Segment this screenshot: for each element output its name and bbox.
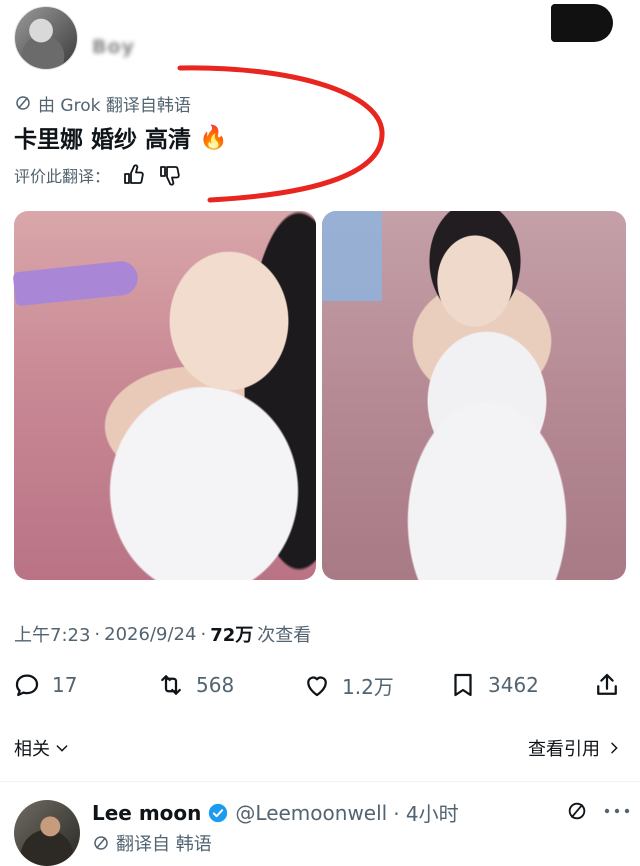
view-quotes-link[interactable]: 查看引用	[528, 735, 622, 761]
views-label: 次查看	[257, 625, 312, 646]
translate-icon	[16, 96, 30, 110]
like-count: 1.2万	[342, 674, 394, 699]
bookmark-count: 3462	[488, 673, 539, 697]
author-avatar[interactable]	[14, 6, 78, 70]
action-bar: 17 568 1.2万 3462	[0, 662, 640, 708]
more-options-icon[interactable]	[602, 800, 632, 822]
thumbs-down-icon[interactable]	[158, 163, 182, 187]
reply-translation-info: 翻译自 韩语	[92, 830, 212, 856]
fire-emoji: 🔥	[199, 124, 228, 151]
meta-separator: ·	[200, 623, 207, 645]
section-divider	[0, 781, 640, 782]
follow-button[interactable]	[551, 4, 613, 42]
translate-icon	[94, 836, 108, 850]
tweet-body: 卡里娜 婚纱 高清	[14, 127, 192, 153]
views-count: 72万	[210, 625, 254, 646]
reply-button[interactable]: 17	[12, 662, 77, 708]
reply-author-row: Lee moon @Leemoonwell · 4小时	[92, 798, 459, 827]
reply-author-name[interactable]: Lee moon	[92, 801, 201, 825]
media-photo-1[interactable]	[14, 211, 316, 580]
heart-icon	[307, 676, 327, 697]
bookmark-button[interactable]: 3462	[448, 662, 539, 708]
reply-translation-label: 翻译自 韩语	[116, 834, 212, 855]
rate-translation-label: 评价此翻译：	[14, 167, 111, 186]
related-label: 相关	[14, 739, 50, 760]
like-button[interactable]: 1.2万	[302, 662, 394, 708]
tweet-meta: 上午7:23 · 2026/9/24 · 72万 次查看	[14, 621, 311, 647]
chevron-down-icon	[56, 745, 68, 752]
view-quotes-label: 查看引用	[528, 739, 600, 760]
related-dropdown[interactable]: 相关	[14, 735, 70, 761]
meta-separator: ·	[94, 623, 101, 645]
tweet-date[interactable]: 2026/9/24	[104, 624, 196, 645]
translation-label: 由 Grok 翻译自韩语	[38, 95, 191, 116]
reply-time: · 4小时	[393, 802, 459, 826]
verified-badge-icon	[209, 803, 228, 822]
chevron-right-icon	[611, 742, 618, 754]
reply-author-handle[interactable]: @Leemoonwell	[235, 801, 387, 825]
photo-2-background-accent	[322, 211, 382, 301]
share-icon	[597, 673, 617, 695]
rate-translation-row: 评价此翻译：	[14, 163, 182, 187]
translate-icon[interactable]	[566, 800, 588, 822]
reply-author-avatar[interactable]	[14, 800, 80, 866]
tweet-time[interactable]: 上午7:23	[14, 621, 90, 647]
reply-actions	[566, 800, 632, 822]
retweet-count: 568	[196, 673, 235, 697]
tweet-text: 卡里娜 婚纱 高清 🔥	[14, 120, 228, 154]
reply-icon	[15, 674, 39, 697]
bookmark-icon	[454, 673, 472, 697]
share-button[interactable]	[592, 662, 622, 708]
retweet-icon	[161, 675, 181, 695]
translation-info: 由 Grok 翻译自韩语	[14, 90, 191, 116]
retweet-button[interactable]: 568	[156, 662, 234, 708]
reply-count: 17	[52, 673, 78, 697]
thumbs-up-icon[interactable]	[122, 163, 146, 187]
author-name[interactable]: Boy	[92, 36, 135, 58]
